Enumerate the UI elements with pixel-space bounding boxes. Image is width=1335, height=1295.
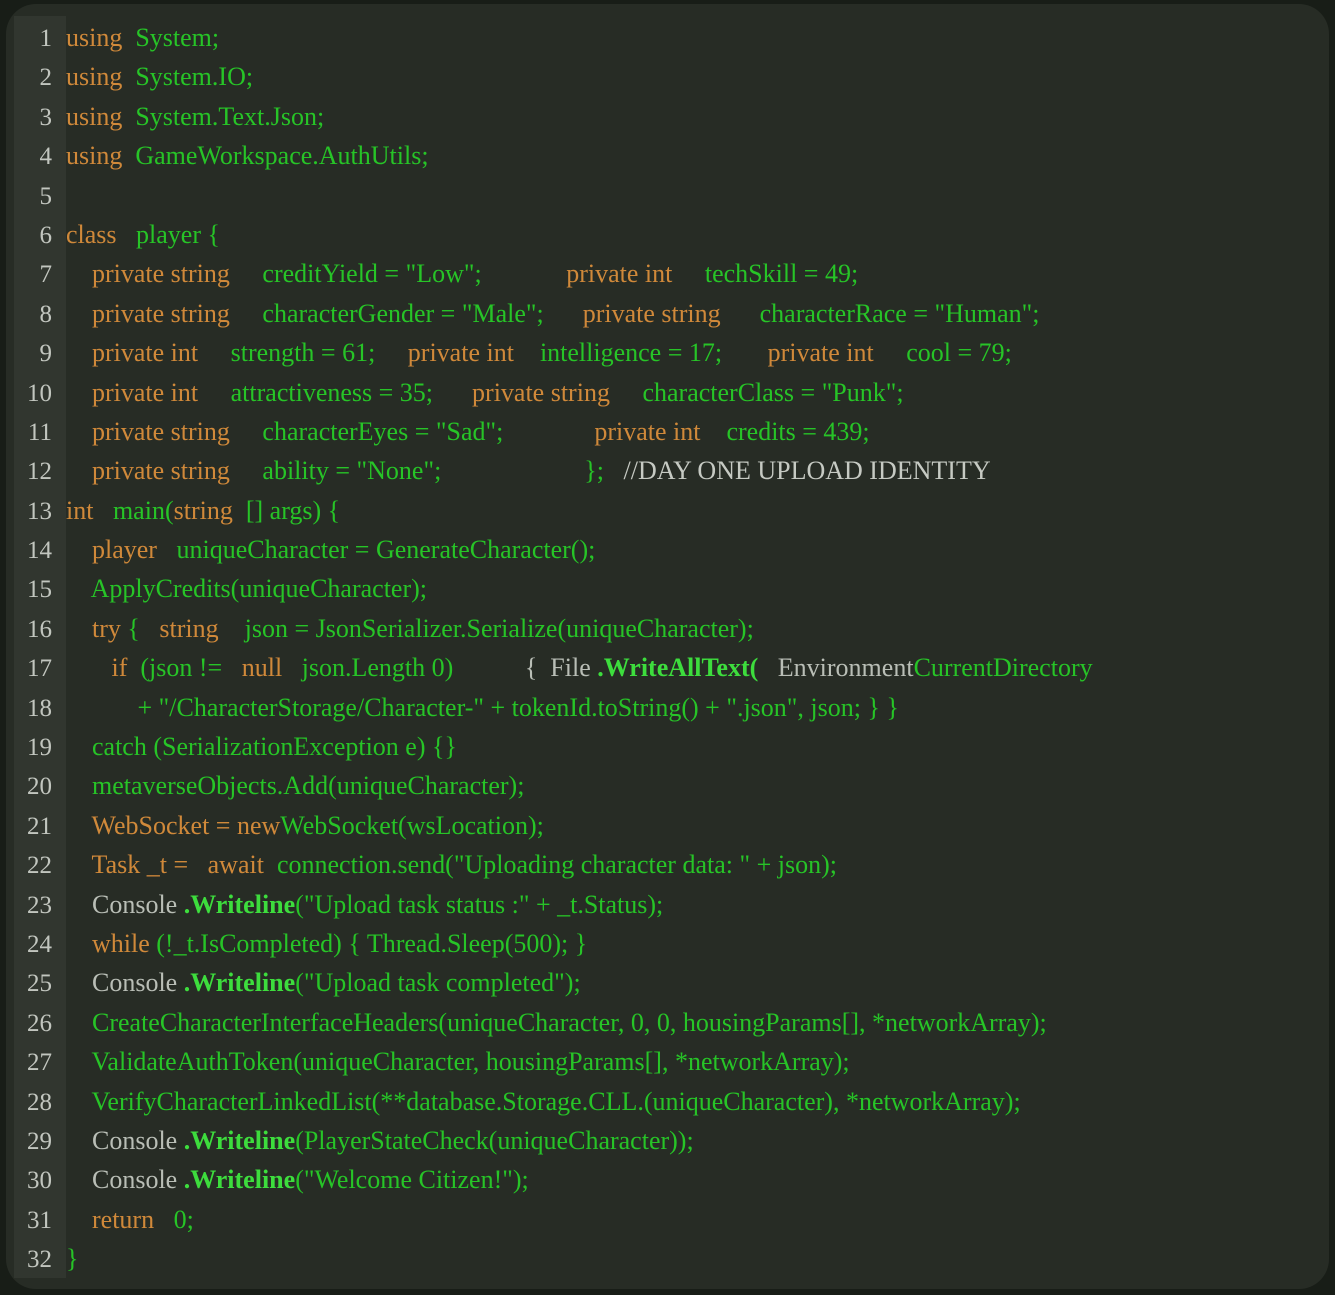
code-text: private int attractiveness = 35; private… — [66, 378, 904, 407]
code-text: CreateCharacterInterfaceHeaders(uniqueCh… — [66, 1008, 1047, 1037]
code-line[interactable]: 31 return 0; — [6, 1200, 1329, 1239]
code-text: using System.IO; — [66, 62, 253, 91]
code-line[interactable]: 7 private string creditYield = "Low"; pr… — [6, 254, 1329, 293]
line-number: 28 — [6, 1083, 66, 1122]
code-text: int main(string [] args) { — [66, 496, 340, 525]
line-number: 31 — [6, 1201, 66, 1240]
line-number: 7 — [6, 255, 66, 294]
code-text: using System.Text.Json; — [66, 102, 324, 131]
code-line[interactable]: 32} — [6, 1239, 1329, 1278]
code-text: private string characterGender = "Male";… — [66, 299, 1040, 328]
line-number: 20 — [6, 767, 66, 806]
line-number: 30 — [6, 1161, 66, 1200]
line-number: 19 — [6, 728, 66, 767]
code-line[interactable]: 12 private string ability = "None"; }; /… — [6, 451, 1329, 490]
line-number: 16 — [6, 610, 66, 649]
line-number: 17 — [6, 649, 66, 688]
code-line[interactable]: 19 catch (SerializationException e) {} — [6, 727, 1329, 766]
code-line[interactable]: 5 — [6, 176, 1329, 215]
line-number: 13 — [6, 492, 66, 531]
code-line[interactable]: 1using System; — [6, 18, 1329, 57]
code-text: } — [66, 1244, 78, 1273]
code-text: private string characterEyes = "Sad"; pr… — [66, 417, 870, 446]
code-text: player uniqueCharacter = GenerateCharact… — [66, 535, 595, 564]
code-line[interactable]: 26 CreateCharacterInterfaceHeaders(uniqu… — [6, 1003, 1329, 1042]
line-number: 21 — [6, 807, 66, 846]
code-line[interactable]: 2using System.IO; — [6, 57, 1329, 96]
code-line[interactable]: 28 VerifyCharacterLinkedList(**database.… — [6, 1082, 1329, 1121]
code-line[interactable]: 11 private string characterEyes = "Sad";… — [6, 412, 1329, 451]
line-number: 15 — [6, 570, 66, 609]
code-text: VerifyCharacterLinkedList(**database.Sto… — [66, 1087, 1021, 1116]
line-number: 9 — [6, 334, 66, 373]
code-text: catch (SerializationException e) {} — [66, 732, 457, 761]
code-line[interactable]: 15 ApplyCredits(uniqueCharacter); — [6, 569, 1329, 608]
line-number: 6 — [6, 216, 66, 255]
code-editor-window[interactable]: 1using System;2using System.IO;3using Sy… — [6, 4, 1329, 1289]
code-text: Console .Writeline(PlayerStateCheck(uniq… — [66, 1126, 694, 1155]
code-text: private string ability = "None"; }; //DA… — [66, 456, 991, 485]
line-number: 22 — [6, 846, 66, 885]
line-number: 1 — [6, 19, 66, 58]
code-line[interactable]: 9 private int strength = 61; private int… — [6, 333, 1329, 372]
code-line[interactable]: 6class player { — [6, 215, 1329, 254]
code-line[interactable]: 16 try { string json = JsonSerializer.Se… — [6, 609, 1329, 648]
line-number: 14 — [6, 531, 66, 570]
line-number: 5 — [6, 177, 66, 216]
code-line[interactable]: 10 private int attractiveness = 35; priv… — [6, 373, 1329, 412]
code-line[interactable]: 13int main(string [] args) { — [6, 491, 1329, 530]
code-line[interactable]: 17 if (json != null json.Length 0) { Fil… — [6, 648, 1329, 687]
code-line[interactable]: 30 Console .Writeline("Welcome Citizen!"… — [6, 1160, 1329, 1199]
code-line[interactable]: 29 Console .Writeline(PlayerStateCheck(u… — [6, 1121, 1329, 1160]
line-number: 2 — [6, 58, 66, 97]
code-text: using GameWorkspace.AuthUtils; — [66, 141, 429, 170]
code-line[interactable]: 21 WebSocket = newWebSocket(wsLocation); — [6, 806, 1329, 845]
code-text: + "/CharacterStorage/Character-" + token… — [66, 693, 899, 722]
code-text: private int strength = 61; private int i… — [66, 338, 1012, 367]
code-line[interactable]: 14 player uniqueCharacter = GenerateChar… — [6, 530, 1329, 569]
code-text: try { string json = JsonSerializer.Seria… — [66, 614, 754, 643]
line-number: 29 — [6, 1122, 66, 1161]
code-text: private string creditYield = "Low"; priv… — [66, 259, 858, 288]
code-text: while (!_t.IsCompleted) { Thread.Sleep(5… — [66, 929, 587, 958]
code-text: Console .Writeline("Upload task status :… — [66, 890, 663, 919]
code-line[interactable]: 25 Console .Writeline("Upload task compl… — [6, 963, 1329, 1002]
code-line[interactable]: 20 metaverseObjects.Add(uniqueCharacter)… — [6, 766, 1329, 805]
line-number: 27 — [6, 1043, 66, 1082]
line-number: 24 — [6, 925, 66, 964]
line-number: 26 — [6, 1004, 66, 1043]
line-number: 11 — [6, 413, 66, 452]
line-number: 32 — [6, 1240, 66, 1279]
line-number: 25 — [6, 964, 66, 1003]
code-text: return 0; — [66, 1205, 194, 1234]
code-lines[interactable]: 1using System;2using System.IO;3using Sy… — [6, 18, 1329, 1279]
code-text: metaverseObjects.Add(uniqueCharacter); — [66, 771, 524, 800]
code-text: ValidateAuthToken(uniqueCharacter, housi… — [66, 1047, 850, 1076]
code-text: class player { — [66, 220, 220, 249]
code-text: ApplyCredits(uniqueCharacter); — [66, 574, 427, 603]
line-number: 18 — [6, 689, 66, 728]
line-number: 23 — [6, 886, 66, 925]
line-number: 3 — [6, 98, 66, 137]
code-line[interactable]: 27 ValidateAuthToken(uniqueCharacter, ho… — [6, 1042, 1329, 1081]
code-line[interactable]: 4using GameWorkspace.AuthUtils; — [6, 136, 1329, 175]
line-number: 8 — [6, 295, 66, 334]
code-text: using System; — [66, 23, 219, 52]
code-line[interactable]: 18 + "/CharacterStorage/Character-" + to… — [6, 688, 1329, 727]
line-number: 4 — [6, 137, 66, 176]
line-number: 10 — [6, 374, 66, 413]
code-line[interactable]: 8 private string characterGender = "Male… — [6, 294, 1329, 333]
code-text: Task _t = await connection.send("Uploadi… — [66, 850, 837, 879]
code-text: Console .Writeline("Welcome Citizen!"); — [66, 1165, 529, 1194]
code-text: if (json != null json.Length 0) { File .… — [66, 653, 1093, 682]
code-line[interactable]: 24 while (!_t.IsCompleted) { Thread.Slee… — [6, 924, 1329, 963]
line-number: 12 — [6, 452, 66, 491]
code-text: WebSocket = newWebSocket(wsLocation); — [66, 811, 544, 840]
code-line[interactable]: 23 Console .Writeline("Upload task statu… — [6, 885, 1329, 924]
code-line[interactable]: 22 Task _t = await connection.send("Uplo… — [6, 845, 1329, 884]
code-text: Console .Writeline("Upload task complete… — [66, 968, 581, 997]
code-line[interactable]: 3using System.Text.Json; — [6, 97, 1329, 136]
